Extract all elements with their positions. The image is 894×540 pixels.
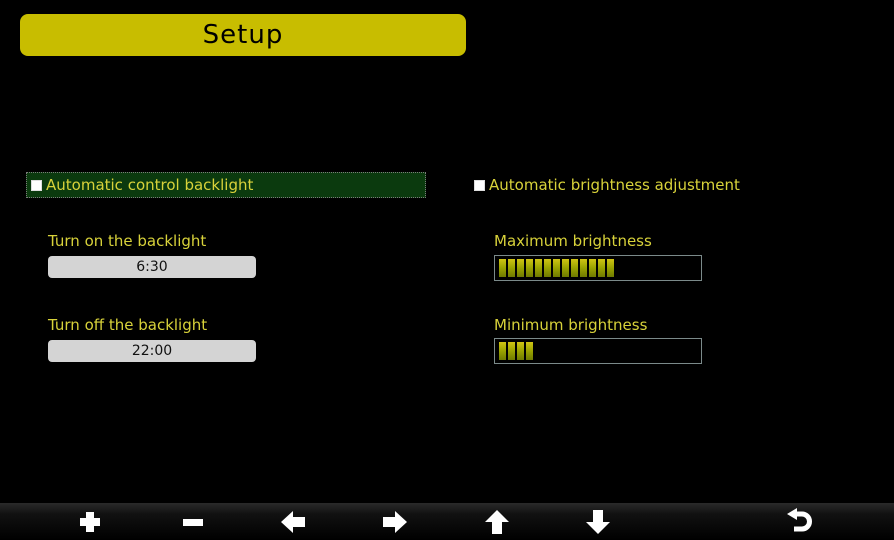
return-icon (787, 508, 812, 532)
brightness-segment (517, 259, 524, 277)
brightness-segment (508, 259, 515, 277)
backlight-on-label: Turn on the backlight (48, 232, 207, 250)
title-bar: Setup (20, 14, 466, 56)
brightness-segment (535, 259, 542, 277)
max-brightness-bar[interactable] (494, 255, 702, 281)
brightness-segment (499, 342, 506, 360)
auto-backlight-option[interactable]: Automatic control backlight (26, 172, 426, 198)
brightness-segment (562, 259, 569, 277)
plus-icon (80, 512, 100, 532)
brightness-segment (607, 259, 614, 277)
arrow-up-icon (485, 510, 509, 534)
arrow-right-icon (383, 511, 407, 533)
max-brightness-label: Maximum brightness (494, 232, 652, 250)
backlight-on-time-field[interactable]: 6:30 (48, 256, 256, 278)
backlight-off-label: Turn off the backlight (48, 316, 208, 334)
bottom-toolbar (0, 503, 894, 540)
minus-button[interactable] (176, 505, 210, 539)
down-button[interactable] (581, 505, 615, 539)
right-button[interactable] (378, 505, 412, 539)
min-brightness-label: Minimum brightness (494, 316, 648, 334)
brightness-segment (580, 259, 587, 277)
brightness-segment (526, 342, 533, 360)
brightness-segment (544, 259, 551, 277)
min-brightness-bar[interactable] (494, 338, 702, 364)
brightness-segment (553, 259, 560, 277)
brightness-segment (508, 342, 515, 360)
backlight-off-time-field[interactable]: 22:00 (48, 340, 256, 362)
brightness-segment (571, 259, 578, 277)
brightness-segment (517, 342, 524, 360)
auto-backlight-label: Automatic control backlight (46, 176, 254, 194)
brightness-segment (589, 259, 596, 277)
auto-brightness-label: Automatic brightness adjustment (489, 176, 740, 194)
brightness-segment (526, 259, 533, 277)
page-title: Setup (202, 20, 284, 50)
up-button[interactable] (480, 505, 514, 539)
auto-brightness-checkbox[interactable] (474, 179, 485, 191)
left-button[interactable] (276, 505, 310, 539)
arrow-left-icon (281, 511, 305, 533)
minus-icon (183, 519, 203, 526)
back-button[interactable] (783, 505, 817, 539)
brightness-segment (499, 259, 506, 277)
auto-brightness-option[interactable]: Automatic brightness adjustment (474, 172, 834, 198)
plus-button[interactable] (73, 505, 107, 539)
brightness-segment (598, 259, 605, 277)
arrow-down-icon (586, 510, 610, 534)
auto-backlight-checkbox[interactable] (31, 179, 42, 191)
